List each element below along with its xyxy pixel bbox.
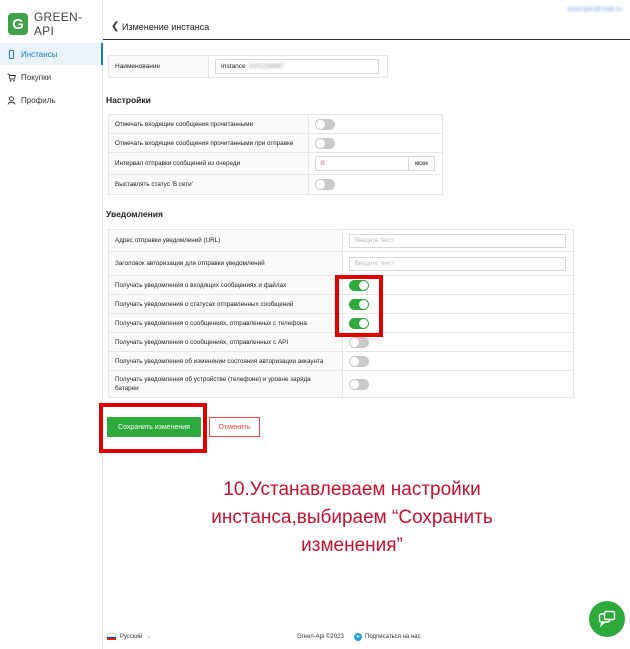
sidebar-item-label: Инстансы	[21, 49, 58, 59]
save-highlight-box	[99, 403, 207, 453]
sidebar-item-purchases[interactable]: Покупки	[0, 66, 103, 88]
interval-unit: мсек	[409, 156, 435, 171]
back-arrow-icon[interactable]: ❮	[111, 21, 119, 32]
chat-support-button[interactable]	[589, 601, 625, 637]
webhook-url-input[interactable]: Введите текст	[349, 233, 566, 248]
instruction-caption: 10.Устанавлеваем настройки инстанса,выби…	[211, 479, 493, 556]
sidebar-item-label: Покупки	[21, 72, 52, 82]
telegram-icon: ➤	[354, 632, 362, 641]
user-icon	[7, 95, 16, 105]
settings-table: Отмечать входящие сообщения прочитанными…	[108, 114, 443, 195]
sidebar: G GREEN-API Инстансы Покупки Профиль	[0, 0, 103, 649]
read-incoming-toggle[interactable]	[315, 118, 335, 130]
sidebar-item-instances[interactable]: Инстансы	[0, 43, 103, 65]
settings-row: Выставлять статус 'В сети'	[109, 175, 442, 194]
logo-text: GREEN-API	[33, 10, 83, 38]
sidebar-item-profile[interactable]: Профиль	[0, 89, 103, 111]
send-interval-input[interactable]: 0	[315, 156, 409, 171]
notifications-title: Уведомления	[106, 209, 163, 219]
cancel-button[interactable]: Отменить	[209, 417, 260, 437]
instance-name-input[interactable]: Instance 1101234567	[215, 59, 379, 74]
chat-icon	[598, 610, 616, 628]
sidebar-nav: Инстансы Покупки Профиль	[0, 43, 103, 112]
subscribe-link[interactable]: ➤ Подписаться на нас	[354, 632, 421, 641]
settings-row: Отмечать входящие сообщения прочитанными…	[109, 134, 442, 153]
page-title: Изменение инстанса	[122, 22, 210, 32]
api-messages-toggle[interactable]	[349, 336, 369, 348]
instance-id-blurred: 1101234567	[248, 63, 285, 70]
read-on-send-toggle[interactable]	[315, 137, 335, 149]
settings-row: Интервал отправки сообщений из очереди 0…	[109, 153, 442, 175]
cart-icon	[7, 73, 17, 82]
settings-row: Отмечать входящие сообщения прочитанными	[109, 115, 442, 134]
sidebar-item-label: Профиль	[21, 95, 56, 105]
online-status-toggle[interactable]	[315, 179, 335, 190]
chevron-down-icon: ⌄	[146, 634, 152, 640]
auth-header-input[interactable]: Введите текст	[349, 256, 566, 271]
auth-state-toggle[interactable]	[349, 355, 369, 367]
user-email-link[interactable]: example@mail.ru	[567, 6, 622, 13]
device-battery-toggle[interactable]	[349, 378, 369, 390]
toggles-highlight-box	[335, 275, 383, 337]
instance-name-row: Наименование Instance 1101234567	[108, 55, 388, 78]
language-select[interactable]: Русский ⌄	[107, 633, 152, 641]
copyright: Green-Api ©2023	[297, 633, 344, 640]
logo-badge: G	[8, 13, 28, 35]
footer: Русский ⌄ Green-Api ©2023 ➤ Подписаться …	[103, 624, 630, 649]
instance-name-label: Наименование	[109, 56, 209, 77]
phone-icon	[7, 49, 16, 59]
logo[interactable]: G GREEN-API	[8, 10, 102, 38]
page-header: ❮ Изменение инстанса example@mail.ru	[103, 0, 630, 40]
russia-flag-icon	[107, 633, 116, 641]
settings-title: Настройки	[106, 95, 151, 105]
